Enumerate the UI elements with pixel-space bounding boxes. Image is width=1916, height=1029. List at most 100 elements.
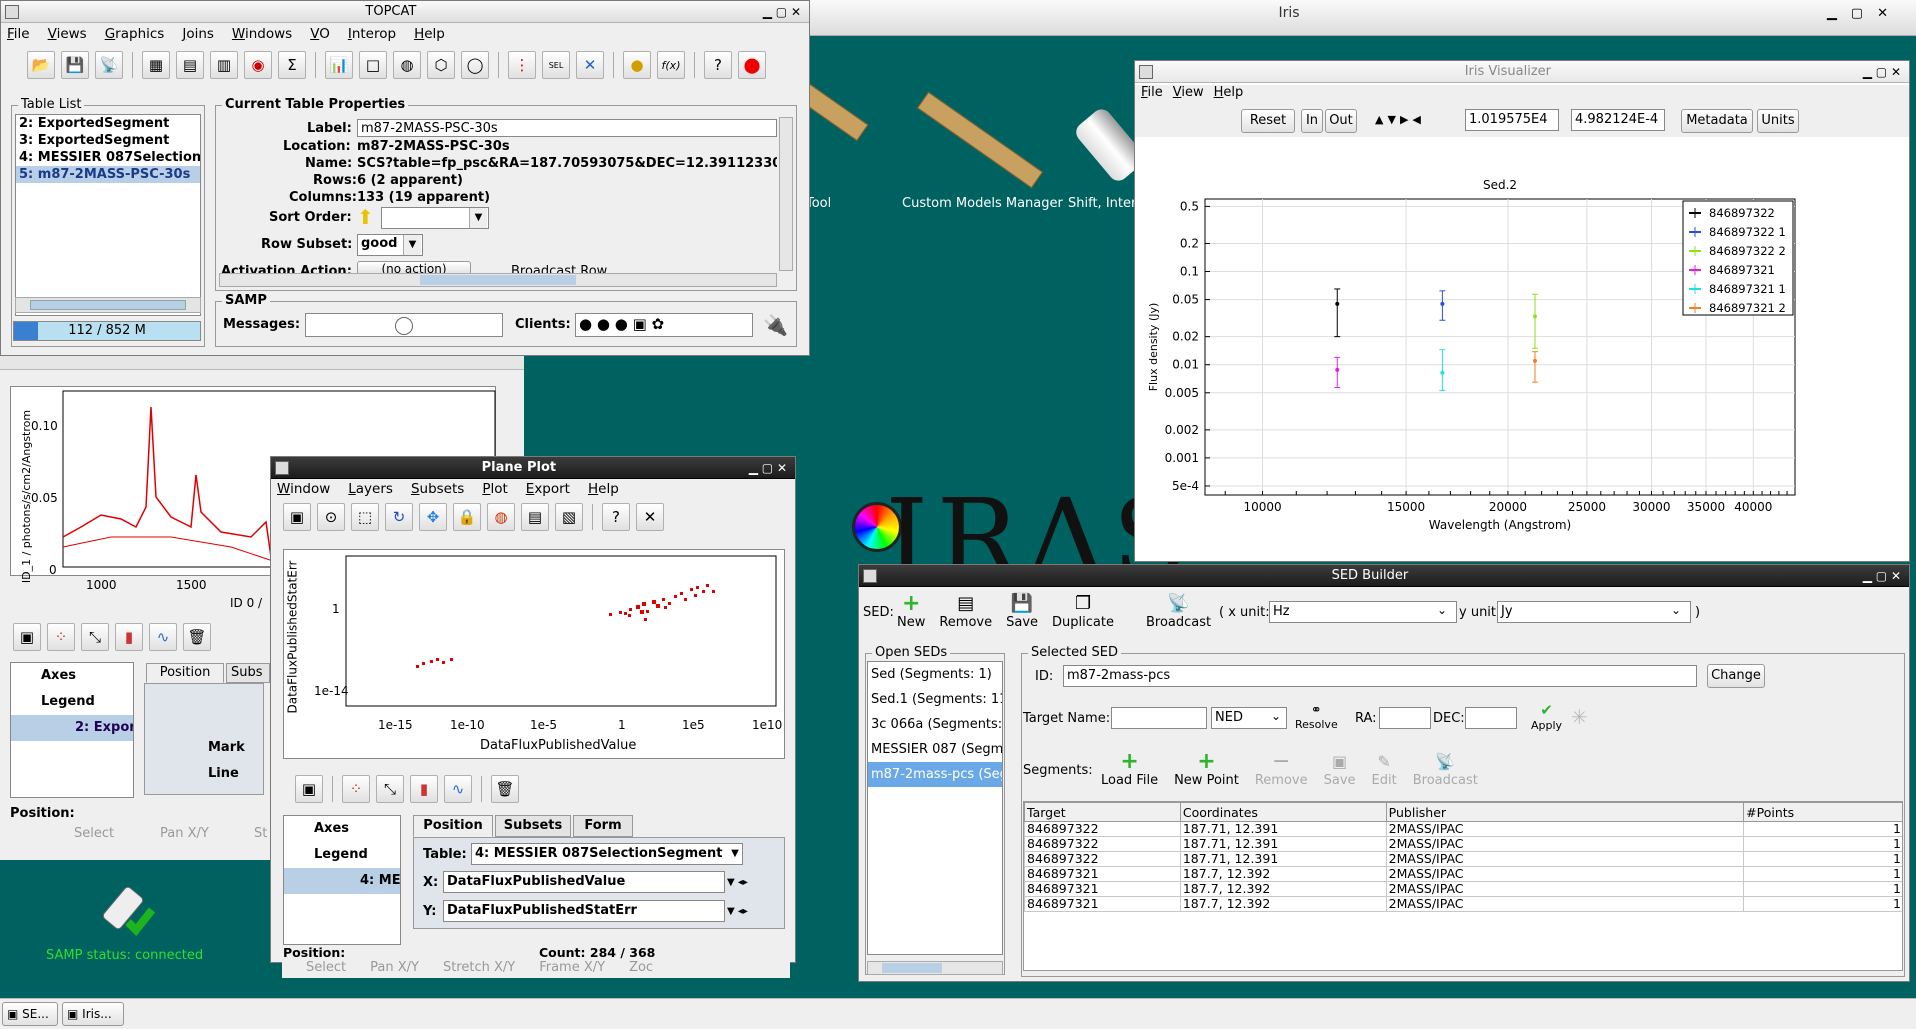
save-segment-button[interactable]: ▣ Save [1324, 751, 1356, 788]
samp-connect-icon[interactable]: 🔌 [763, 313, 789, 339]
desktop-icon-custom-models-label[interactable]: Custom Models Manager [902, 196, 1063, 211]
coord-x-field[interactable]: 1.019575E4 [1465, 109, 1559, 131]
table-row[interactable]: 846897322 187.71, 12.391 2MASS/IPAC 1 [1024, 821, 1902, 837]
custom-models-icon[interactable] [916, 91, 1044, 189]
sky-plot-icon[interactable]: ◍ [393, 51, 421, 79]
activation-icon[interactable]: ● [623, 51, 651, 79]
zoom-out-button[interactable]: Out [1325, 109, 1357, 133]
bg-tab-subsets[interactable]: Subs [226, 663, 270, 683]
new-sed-button[interactable]: + New [897, 593, 925, 631]
x-unit-select[interactable]: Hz [1269, 601, 1457, 623]
pp-layer-messier[interactable]: 4: MESS [284, 868, 400, 894]
pp-y-dropdown-icon[interactable]: ▼ ◂▸ [727, 902, 755, 922]
open-seds-hscrollbar[interactable] [867, 961, 1003, 975]
pp-menu-layers[interactable]: Layers [348, 481, 393, 497]
column-header[interactable]: #Points [1743, 802, 1902, 822]
match-icon[interactable]: ⋮ [508, 51, 536, 79]
column-header[interactable]: Target [1024, 802, 1181, 822]
menu-vo[interactable]: VO [310, 26, 330, 42]
pp-menu-subsets[interactable]: Subsets [411, 481, 464, 497]
open-seds-list[interactable]: Sed (Segments: 1) Sed.1 (Segments: 11 3c… [867, 661, 1003, 955]
bg-delete-icon[interactable]: 🗑 [183, 623, 211, 651]
sed-chart[interactable]: Sed.2 10000 15000 20000 25000 30000 35000 40000… [1139, 143, 1899, 553]
pan-up-icon[interactable]: ▲ [1375, 113, 1383, 126]
y-unit-select[interactable]: Jy [1497, 601, 1691, 623]
visualizer-titlebar[interactable]: Iris Visualizer ▁ ▢ ✕ [1135, 61, 1909, 83]
table-list-hscrollbar[interactable] [15, 297, 201, 313]
help-icon[interactable]: ? [704, 51, 732, 79]
vis-menu-help[interactable]: Help [1214, 85, 1244, 105]
bg-bottom-stretch[interactable]: St [254, 826, 267, 841]
bg-layer-2[interactable]: 2: Expor [11, 715, 133, 741]
table-row[interactable]: 846897321 187.7, 12.392 2MASS/IPAC 1 [1024, 896, 1902, 912]
label-field[interactable]: m87-2MASS-PSC-30s [357, 119, 777, 137]
pp-layers-list[interactable]: Axes Legend 4: MESS [283, 815, 401, 945]
taskbar-item-iris[interactable]: ▣ Iris... [62, 1002, 124, 1026]
table-row[interactable]: 846897321 187.7, 12.392 2MASS/IPAC 1 [1024, 881, 1902, 897]
pp-density-icon[interactable]: ◍ [487, 503, 515, 531]
sphere-plot-icon[interactable]: ◯ [461, 51, 489, 79]
bg-layer-legend[interactable]: Legend [11, 689, 133, 715]
props-hscrollbar[interactable] [219, 273, 777, 287]
pp-menu-help[interactable]: Help [588, 481, 619, 497]
new-point-button[interactable]: + New Point [1174, 751, 1239, 789]
zoom-in-button[interactable]: In [1301, 109, 1323, 133]
plane-plot-area[interactable]: 1 1e-14 1e-15 1e-10 1e-5 1 1e5 1e10 Data… [283, 549, 785, 759]
ra-field[interactable] [1379, 707, 1431, 729]
sort-order-dropdown-icon[interactable]: ▼ [469, 208, 487, 228]
topcat-titlebar[interactable]: TOPCAT ▁ ▢ ✕ [1, 1, 809, 23]
pan-right-icon[interactable]: ▶ [1400, 113, 1408, 126]
pp-help-icon[interactable]: ? [602, 503, 630, 531]
menu-graphics[interactable]: Graphics [105, 26, 165, 42]
cross-match-icon[interactable]: ✕ [576, 51, 604, 79]
sed-builder-window-controls[interactable]: ▁ ▢ ✕ [1863, 569, 1901, 583]
sort-up-arrow-icon[interactable]: ⬆ [357, 207, 377, 227]
pp-export2-icon[interactable]: ▣ [295, 775, 323, 803]
pp-menu-plot[interactable]: Plot [482, 481, 507, 497]
iris-window-controls[interactable]: ▁▢✕ [1827, 6, 1902, 21]
function-icon[interactable]: f(x) [657, 51, 685, 79]
bg-bottom-pan[interactable]: Pan X/Y [160, 826, 209, 841]
pp-add-function-icon[interactable]: ∿ [444, 775, 472, 803]
pan-down-icon[interactable]: ▼ [1387, 113, 1395, 126]
pp-tab-subsets[interactable]: Subsets [495, 815, 571, 837]
pp-grid-icon[interactable]: ▤ [521, 503, 549, 531]
pp-export-icon[interactable]: ▣ [283, 503, 311, 531]
menu-file[interactable]: File [7, 26, 30, 42]
metadata-button[interactable]: Metadata [1681, 109, 1753, 133]
y-unit-dropdown-icon[interactable]: ⌄ [1671, 603, 1681, 617]
menu-views[interactable]: Views [48, 26, 87, 42]
table-row[interactable]: 846897321 187.7, 12.392 2MASS/IPAC 1 [1024, 866, 1902, 882]
cube-plot-icon[interactable]: ⬡ [427, 51, 455, 79]
menu-joins[interactable]: Joins [182, 26, 214, 42]
bg-line-label[interactable]: Line [208, 766, 239, 781]
messages-field[interactable] [305, 313, 503, 337]
resolver-dropdown-icon[interactable]: ⌄ [1271, 709, 1281, 723]
pp-x-dropdown-icon[interactable]: ▼ ◂▸ [727, 873, 755, 893]
taskbar-item-sed[interactable]: ▣ SE... [2, 1002, 58, 1026]
table-list-item[interactable]: 5: m87-2MASS-PSC-30s [16, 166, 200, 183]
bg-function-icon[interactable]: ∿ [149, 623, 177, 651]
remove-segment-button[interactable]: − Remove [1255, 751, 1308, 789]
segments-table[interactable]: Target Coordinates Publisher #Points 846897… [1024, 802, 1902, 912]
open-sed-item[interactable]: 3c 066a (Segments: [868, 712, 1002, 737]
reset-button[interactable]: Reset [1241, 109, 1295, 133]
coord-y-field[interactable]: 4.982124E-4 [1571, 109, 1665, 131]
table-list-item[interactable]: 2: ExportedSegment [16, 115, 200, 132]
change-button[interactable]: Change [1707, 664, 1765, 688]
pp-tab-form[interactable]: Form [573, 815, 633, 837]
pp-add-pair-icon[interactable]: ⤡ [376, 775, 404, 803]
subsets-icon[interactable]: ◉ [244, 51, 272, 79]
pp-y-select[interactable]: DataFluxPublishedStatErr [443, 900, 725, 922]
target-name-field[interactable] [1111, 707, 1207, 729]
duplicate-sed-button[interactable]: ❐ Duplicate [1052, 593, 1114, 630]
pp-add-histogram-icon[interactable]: ▮ [410, 775, 438, 803]
edit-segment-button[interactable]: ✎ Edit [1372, 751, 1397, 788]
pp-table-dropdown-icon[interactable]: ▼ [727, 844, 743, 864]
pp-layer-axes[interactable]: Axes [284, 816, 400, 842]
load-file-button[interactable]: + Load File [1101, 751, 1158, 789]
segments-table-wrap[interactable]: Target Coordinates Publisher #Points 846897… [1023, 801, 1903, 971]
pp-image-icon[interactable]: ▧ [555, 503, 583, 531]
units-button[interactable]: Units [1757, 109, 1799, 133]
open-icon[interactable]: 📂 [27, 51, 55, 79]
